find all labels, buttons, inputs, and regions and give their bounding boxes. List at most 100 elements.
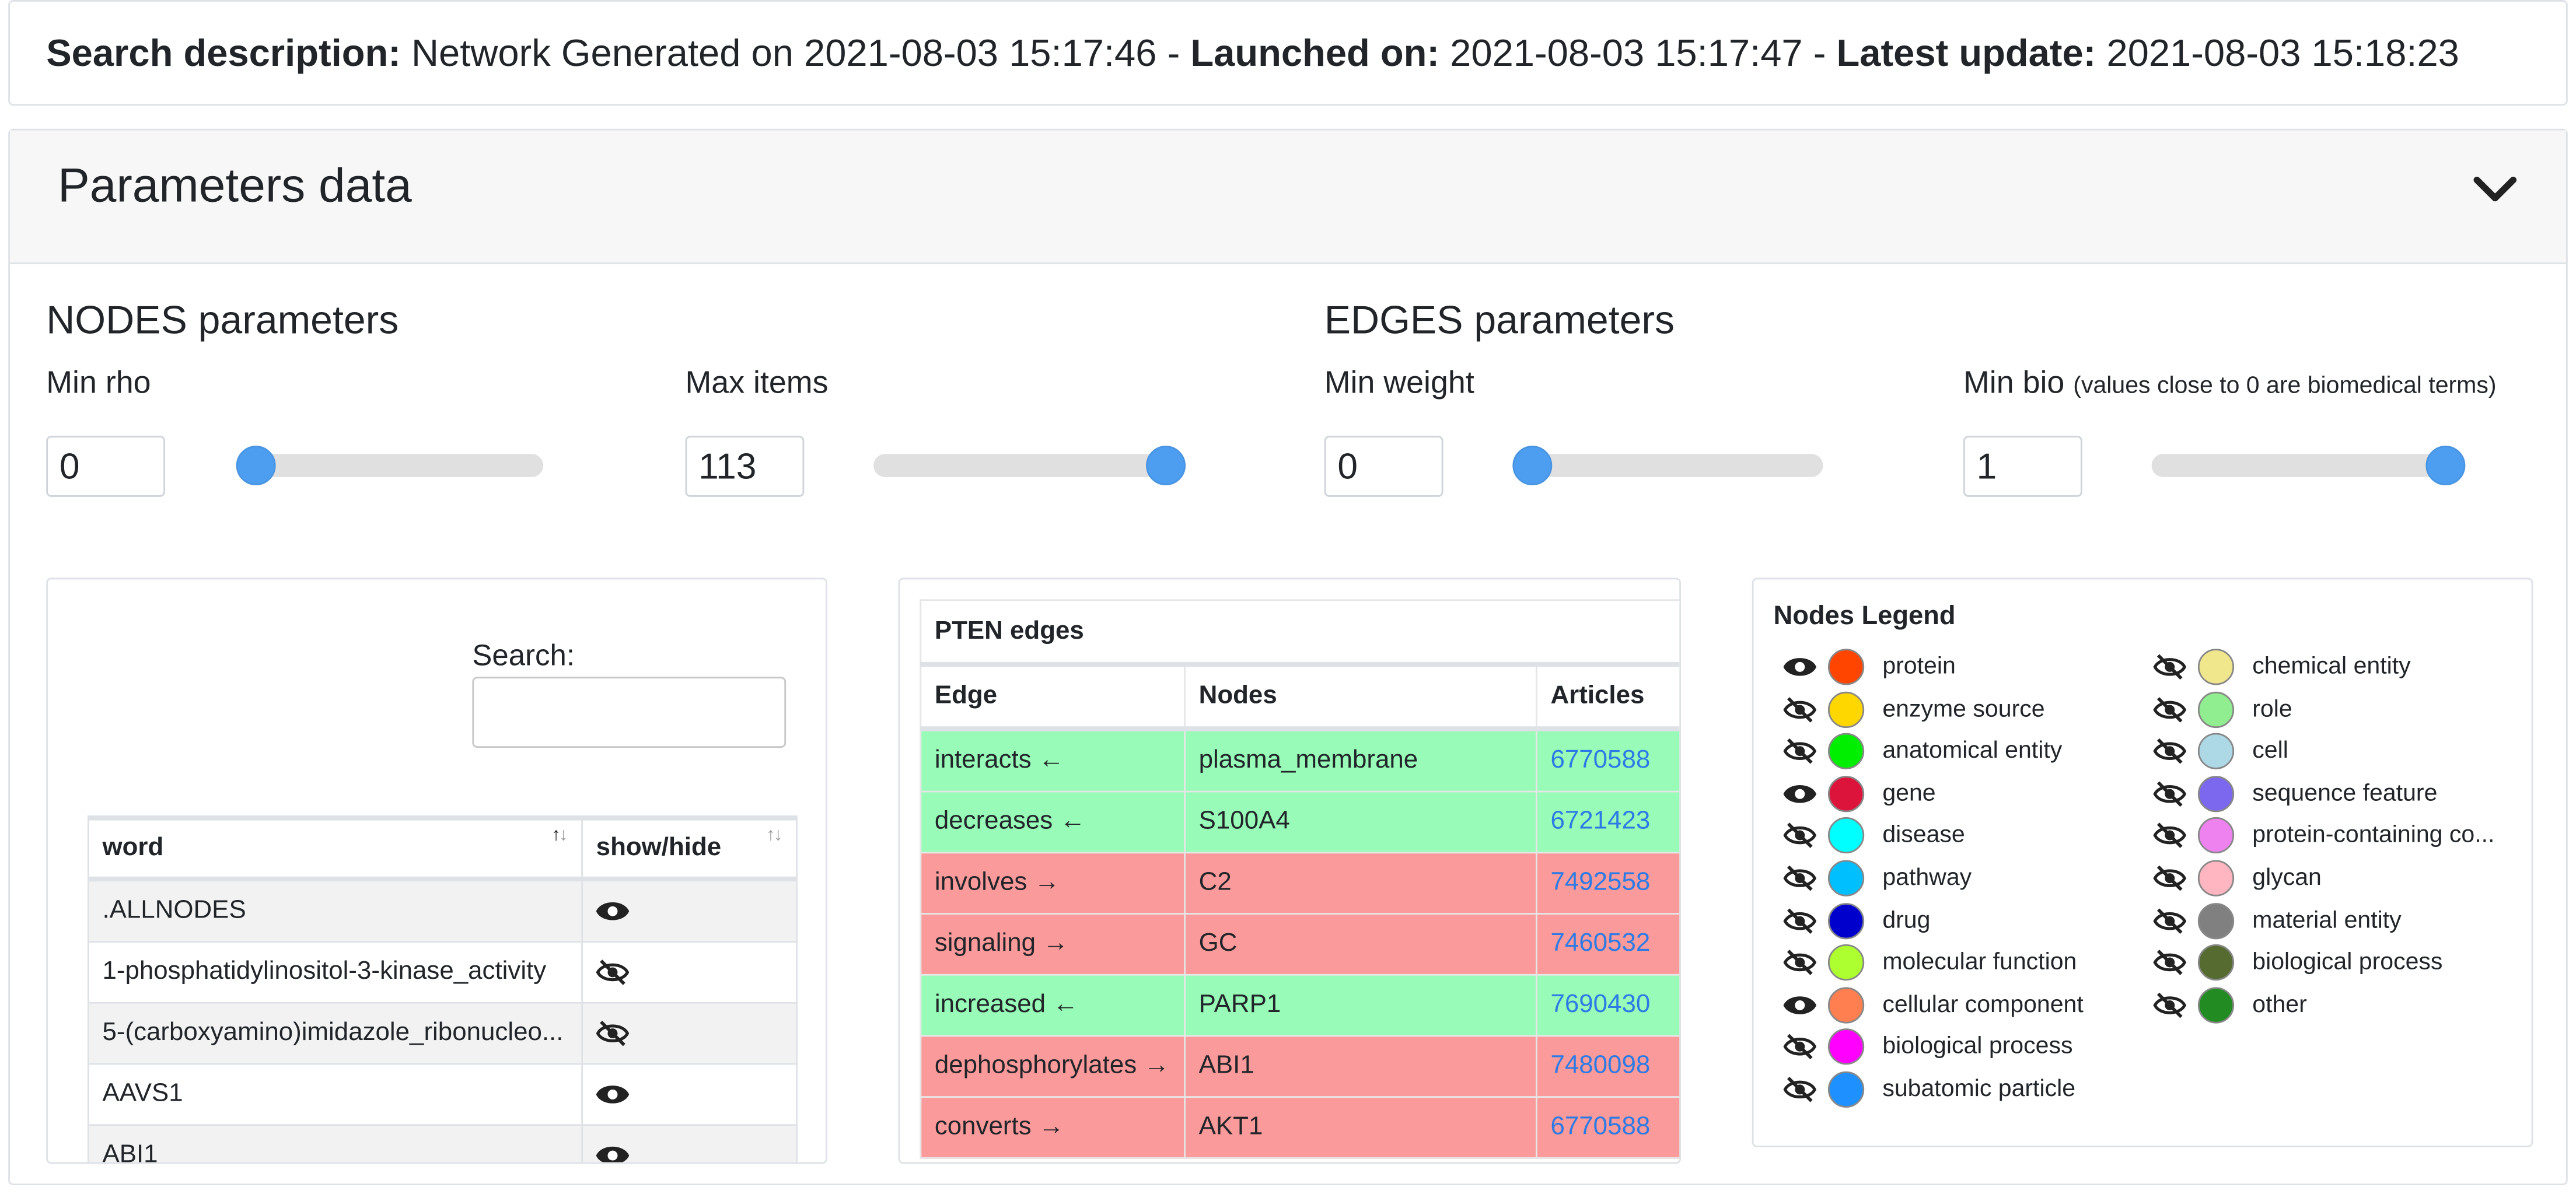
update-value: 2021-08-03 15:18:23	[2106, 31, 2459, 75]
column-header-word[interactable]: word ↑↓	[87, 815, 583, 882]
eye-slash-icon[interactable]	[2153, 907, 2187, 933]
eye-icon[interactable]	[1783, 992, 1817, 1018]
color-swatch	[1827, 818, 1865, 855]
color-swatch	[2197, 649, 2235, 685]
eye-slash-icon[interactable]	[1783, 1076, 1817, 1102]
eye-slash-icon[interactable]	[1783, 1034, 1817, 1060]
article-link[interactable]: 7492558	[1550, 869, 1650, 897]
arrow-left-icon: ←	[1038, 746, 1064, 775]
arrow-right-icon: →	[1144, 1051, 1170, 1080]
min-weight-label: Min weight	[1324, 366, 1474, 401]
launched-value: 2021-08-03 15:17:47	[1450, 31, 1803, 75]
article-link[interactable]: 7690430	[1550, 990, 1650, 1018]
min-weight-slider[interactable]	[1512, 446, 1823, 486]
edge-cell: involves →	[920, 852, 1186, 915]
article-link[interactable]: 6721423	[1550, 807, 1650, 835]
eye-slash-icon[interactable]	[1783, 950, 1817, 976]
parameters-card-header[interactable]: Parameters data	[9, 130, 2566, 264]
eye-slash-icon[interactable]	[596, 959, 630, 985]
min-bio-label-text: Min bio	[1963, 366, 2065, 401]
separator: -	[1813, 31, 1826, 75]
article-link[interactable]: 7460532	[1550, 929, 1650, 957]
eye-slash-icon[interactable]	[2153, 696, 2187, 722]
min-bio-slider-thumb[interactable]	[2425, 446, 2466, 486]
max-items-slider-thumb[interactable]	[1146, 446, 1186, 486]
eye-slash-icon[interactable]	[2153, 738, 2187, 765]
table-row: AAVS1	[87, 1063, 798, 1126]
column-header-show-hide[interactable]: show/hide ↑↓	[581, 815, 798, 882]
legend-label: material entity	[2252, 907, 2402, 934]
eye-slash-icon[interactable]	[1783, 738, 1817, 765]
words-panel: Search: word ↑↓ show/hide ↑↓ .ALLNODES 1…	[46, 577, 827, 1164]
eye-slash-icon[interactable]	[2153, 950, 2187, 976]
legend-title: Nodes Legend	[1773, 602, 1956, 631]
edges-table: PTEN edges Edge Nodes Articles interacts…	[920, 599, 1680, 1159]
edges-parameters-title: EDGES parameters	[1324, 299, 1675, 344]
eye-slash-icon[interactable]	[2153, 822, 2187, 849]
color-swatch	[2197, 944, 2235, 981]
color-swatch	[2197, 818, 2235, 855]
legend-label: protein	[1882, 653, 1956, 681]
eye-slash-icon[interactable]	[596, 1020, 630, 1046]
show-hide-cell	[581, 941, 798, 1004]
color-swatch	[2197, 691, 2235, 727]
eye-slash-icon[interactable]	[1783, 865, 1817, 891]
min-weight-input[interactable]: 0	[1324, 436, 1443, 497]
edge-cell: interacts ←	[920, 728, 1186, 793]
legend-label: cell	[2252, 738, 2288, 765]
min-rho-slider-thumb[interactable]	[236, 446, 276, 486]
legend-label: molecular function	[1882, 949, 2077, 976]
eye-slash-icon[interactable]	[1783, 907, 1817, 933]
min-rho-slider[interactable]	[236, 446, 544, 486]
node-cell: PARP1	[1184, 974, 1537, 1037]
table-row: dephosphorylates → ABI1 7480098	[920, 1035, 1680, 1098]
update-label: Latest update:	[1836, 31, 2096, 75]
eye-icon[interactable]	[1783, 780, 1817, 807]
app-frame: Search description: Network Generated on…	[0, 0, 2576, 1193]
color-swatch	[1827, 902, 1865, 939]
article-link[interactable]: 6770588	[1550, 1112, 1650, 1140]
min-weight-slider-thumb[interactable]	[1512, 446, 1553, 486]
min-bio-input[interactable]: 1	[1963, 436, 2082, 497]
chevron-down-icon[interactable]	[2470, 163, 2520, 213]
legend-label: gene	[1882, 780, 1936, 807]
word-cell: ABI1	[87, 1124, 583, 1163]
max-items-slider[interactable]	[873, 446, 1186, 486]
arrow-right-icon: →	[1038, 1112, 1064, 1141]
edges-table-caption: PTEN edges	[920, 599, 1680, 667]
min-rho-input[interactable]: 0	[46, 436, 166, 497]
eye-icon[interactable]	[1783, 654, 1817, 680]
sort-icon: ↑↓	[766, 825, 782, 846]
eye-slash-icon[interactable]	[2153, 865, 2187, 891]
node-cell: GC	[1184, 913, 1537, 976]
max-items-input[interactable]: 113	[685, 436, 805, 497]
table-row: signaling → GC 7460532	[920, 913, 1680, 976]
table-row: ABI1	[87, 1124, 798, 1164]
min-bio-slider[interactable]	[2151, 446, 2466, 486]
edge-label: converts	[934, 1112, 1032, 1141]
eye-slash-icon[interactable]	[1783, 696, 1817, 722]
arrow-left-icon: ←	[1060, 807, 1086, 836]
word-cell: AAVS1	[87, 1063, 583, 1126]
eye-icon[interactable]	[596, 1081, 630, 1107]
color-swatch	[1827, 1029, 1865, 1066]
eye-icon[interactable]	[596, 898, 630, 924]
color-swatch	[2197, 986, 2235, 1024]
eye-slash-icon[interactable]	[2153, 780, 2187, 807]
word-cell: .ALLNODES	[87, 878, 583, 943]
article-link[interactable]: 6770588	[1550, 746, 1650, 774]
article-link[interactable]: 7480098	[1550, 1052, 1650, 1080]
edge-cell: increased ←	[920, 974, 1186, 1037]
edge-cell: decreases ←	[920, 790, 1186, 854]
search-description-label: Search description:	[46, 31, 401, 75]
launched-label: Launched on:	[1190, 31, 1440, 75]
eye-icon[interactable]	[596, 1142, 630, 1164]
eye-slash-icon[interactable]	[2153, 654, 2187, 680]
parameters-card: Parameters data NODES parameters Min rho…	[8, 128, 2568, 1186]
legend-label: role	[2252, 696, 2292, 723]
eye-slash-icon[interactable]	[2153, 992, 2187, 1018]
nodes-legend-panel: Nodes Legend protein enzyme source anatomi…	[1752, 577, 2533, 1147]
search-input[interactable]	[472, 677, 787, 748]
legend-label: sequence feature	[2252, 780, 2438, 807]
eye-slash-icon[interactable]	[1783, 822, 1817, 849]
